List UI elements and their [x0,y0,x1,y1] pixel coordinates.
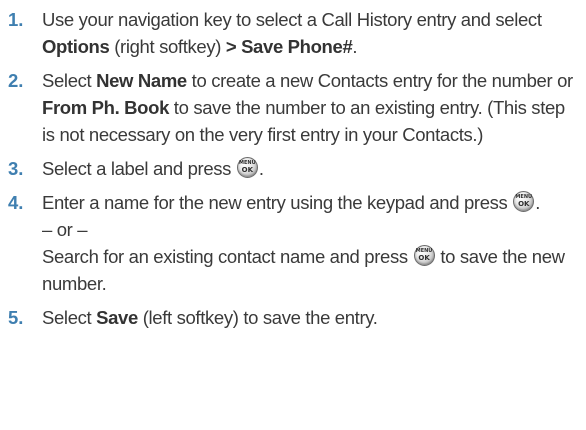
new-name-option-label: New Name [96,70,187,91]
step-text-part: to create a new Contacts entry for the n… [186,70,574,91]
save-phone-menu-label: > Save Phone# [225,36,353,57]
step-text: Use your navigation key to select a Call… [42,6,578,60]
step-text: Select Save (left softkey) to save the e… [42,304,578,331]
save-softkey-label: Save [96,307,138,328]
step-text-part: . [258,158,264,179]
menu-ok-key-icon: MENU OK [413,245,435,266]
step-text-part: . [535,192,541,213]
or-separator: – or – [42,219,88,240]
step-1: 1. Use your navigation key to select a C… [2,6,578,60]
step-text-part: Enter a name for the new entry using the… [42,192,513,213]
step-number: 1. [8,9,24,30]
step-text: Select a label and press MENU OK. [42,155,578,182]
step-text-part: Use your navigation key to select a Call… [42,9,542,30]
step-text-part: . [352,36,358,57]
step-text-part: Select a label and press [42,158,236,179]
step-text-part: Search for an existing contact name and … [42,246,413,267]
instruction-steps: 1. Use your navigation key to select a C… [0,0,586,331]
step-text-part: (right softkey) [109,36,226,57]
step-2: 2. Select New Name to create a new Conta… [2,67,578,148]
step-number: 3. [8,158,24,179]
menu-key-bottom-label: OK [241,166,254,174]
step-number: 5. [8,307,24,328]
step-text: Enter a name for the new entry using the… [42,189,578,297]
menu-ok-key-icon: MENU OK [236,157,258,178]
step-5: 5. Select Save (left softkey) to save th… [2,304,578,331]
step-number: 2. [8,70,24,91]
step-text-part: Select [42,307,97,328]
step-text: Select New Name to create a new Contacts… [42,67,578,148]
step-text-part: (left softkey) to save the entry. [137,307,378,328]
step-number: 4. [8,192,24,213]
step-3: 3. Select a label and press MENU OK. [2,155,578,182]
menu-key-bottom-label: OK [518,200,530,208]
step-text-part: Select [42,70,97,91]
from-ph-book-option-label: From Ph. Book [42,97,170,118]
menu-ok-key-icon: MENU OK [513,191,535,212]
options-softkey-label: Options [42,36,110,57]
step-4: 4. Enter a name for the new entry using … [2,189,578,297]
menu-key-bottom-label: OK [418,254,430,262]
